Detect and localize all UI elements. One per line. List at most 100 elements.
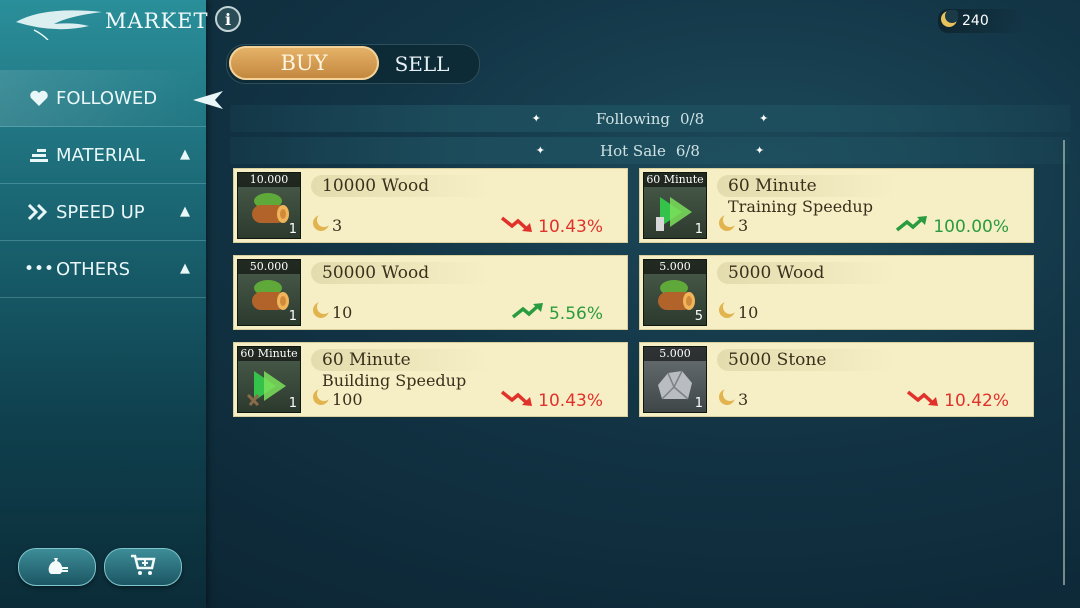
market-title: MARKET <box>105 9 209 33</box>
item-name-line2: Training Speedup <box>728 197 873 216</box>
wing-logo-icon <box>16 10 102 40</box>
trend-down-icon <box>906 388 940 413</box>
following-section-header[interactable]: ✦ Following 0/8 ✦ <box>230 105 1070 132</box>
moon-coin-icon <box>312 387 331 410</box>
heart-icon <box>28 90 50 107</box>
item-price: 10 <box>312 300 353 323</box>
chevron-up-icon: ▲ <box>180 204 190 219</box>
item-name: 50000 Wood <box>322 263 430 283</box>
sidebar-item-label: MATERIAL <box>56 144 145 166</box>
trend-percent: 5.56% <box>548 303 603 324</box>
item-card[interactable]: 5.000 5 5000 Wood 10 <box>639 255 1034 330</box>
item-name: 5000 Stone <box>728 350 827 370</box>
scrollbar[interactable] <box>1063 140 1065 585</box>
item-tag: 60 Minute <box>238 347 300 361</box>
item-card[interactable]: 5.000 1 5000 Stone 3 10.42% <box>639 342 1034 417</box>
section-count: 0/8 <box>680 109 705 128</box>
sidebar-item-label: SPEED UP <box>56 201 145 223</box>
moon-coin-icon <box>718 213 737 236</box>
moon-coin-icon <box>940 9 959 32</box>
item-quantity: 1 <box>288 222 297 237</box>
dots-icon: ••• <box>23 259 55 279</box>
price-trend: 10.43% <box>500 388 603 413</box>
info-button[interactable]: i <box>215 6 241 32</box>
item-price: 10 <box>718 300 759 323</box>
item-thumbnail: 60 Minute 1 <box>237 346 301 413</box>
sell-tab[interactable]: SELL <box>387 47 457 81</box>
sparkle-icon: ✦ <box>754 144 765 157</box>
double-chevron-icon <box>28 204 50 220</box>
item-card[interactable]: 10.000 1 10000 Wood 3 10.43% <box>233 168 628 243</box>
section-label: Hot Sale <box>600 141 666 160</box>
chevron-up-icon: ▲ <box>180 261 190 276</box>
item-tag: 50.000 <box>238 260 300 274</box>
price-trend: 5.56% <box>511 301 603 326</box>
item-card[interactable]: 60 Minute 1 60 Minute Training Speedup 3 100.… <box>639 168 1034 243</box>
price-value: 3 <box>738 389 749 409</box>
hot-sale-section-header[interactable]: ✦ Hot Sale 6/8 ✦ <box>230 137 1070 164</box>
item-quantity: 5 <box>694 309 703 324</box>
trend-percent: 10.42% <box>944 390 1009 411</box>
money-bag-button[interactable] <box>18 548 96 586</box>
item-price: 3 <box>718 387 749 410</box>
stack-icon <box>28 147 50 163</box>
price-value: 10 <box>738 302 759 322</box>
item-thumbnail: 60 Minute 1 <box>643 172 707 239</box>
item-thumbnail: 5.000 1 <box>643 346 707 413</box>
item-card[interactable]: 50.000 1 50000 Wood 10 5.56% <box>233 255 628 330</box>
item-thumbnail: 5.000 5 <box>643 259 707 326</box>
sparkle-icon: ✦ <box>759 112 769 125</box>
sparkle-icon: ✦ <box>531 112 541 125</box>
item-thumbnail: 10.000 1 <box>237 172 301 239</box>
sidebar-item-material[interactable]: MATERIAL ▲ <box>0 127 206 184</box>
price-value: 100 <box>332 389 363 409</box>
chevron-up-icon: ▲ <box>180 147 190 162</box>
sidebar-item-speed-up[interactable]: SPEED UP ▲ <box>0 184 206 241</box>
currency-amount: 240 <box>962 13 989 29</box>
sidebar-item-others[interactable]: ••• OTHERS ▲ <box>0 241 206 298</box>
item-quantity: 1 <box>694 396 703 411</box>
moon-coin-icon <box>718 300 737 323</box>
price-trend: 10.42% <box>906 388 1009 413</box>
trend-percent: 100.00% <box>933 216 1009 237</box>
item-tag: 5.000 <box>644 260 706 274</box>
cart-plus-icon <box>130 554 156 580</box>
sidebar-menu: FOLLOWED MATERIAL ▲ SPEED UP ▲ ••• OTHER… <box>0 70 206 298</box>
trend-up-icon <box>895 214 929 239</box>
item-tag: 5.000 <box>644 347 706 361</box>
item-price: 3 <box>312 213 342 236</box>
trend-down-icon <box>500 388 534 413</box>
sidebar-item-followed[interactable]: FOLLOWED <box>0 70 206 127</box>
sidebar: MARKET FOLLOWED MATERIAL ▲ SPEED UP ▲ ••… <box>0 0 209 608</box>
section-count: 6/8 <box>675 141 700 160</box>
item-card[interactable]: 60 Minute 1 60 Minute Building Speedup 100 10… <box>233 342 628 417</box>
moon-coin-icon <box>718 387 737 410</box>
item-quantity: 1 <box>288 396 297 411</box>
price-trend: 10.43% <box>500 214 603 239</box>
moon-coin-icon <box>312 213 331 236</box>
item-tag: 60 Minute <box>644 173 706 187</box>
sidebar-item-label: FOLLOWED <box>56 87 158 109</box>
trend-percent: 10.43% <box>538 216 603 237</box>
section-label: Following <box>595 109 670 128</box>
buy-tab[interactable]: BUY <box>229 46 379 80</box>
item-price: 100 <box>312 387 363 410</box>
currency-display: 240 <box>938 9 1029 33</box>
money-bag-icon <box>45 555 69 579</box>
moon-coin-icon <box>312 300 331 323</box>
item-name: 10000 Wood <box>322 176 430 196</box>
trend-up-icon <box>511 301 545 326</box>
item-name: 60 Minute <box>322 350 411 370</box>
item-name: 5000 Wood <box>728 263 825 283</box>
item-thumbnail: 50.000 1 <box>237 259 301 326</box>
trend-percent: 10.43% <box>538 390 603 411</box>
item-quantity: 1 <box>288 309 297 324</box>
sidebar-item-label: OTHERS <box>56 258 131 280</box>
item-quantity: 1 <box>694 222 703 237</box>
trend-down-icon <box>500 214 534 239</box>
sparkle-icon: ✦ <box>535 144 546 157</box>
item-price: 3 <box>718 213 748 236</box>
price-trend: 100.00% <box>895 214 1009 239</box>
price-value: 10 <box>332 302 353 322</box>
add-to-cart-button[interactable] <box>104 548 182 586</box>
